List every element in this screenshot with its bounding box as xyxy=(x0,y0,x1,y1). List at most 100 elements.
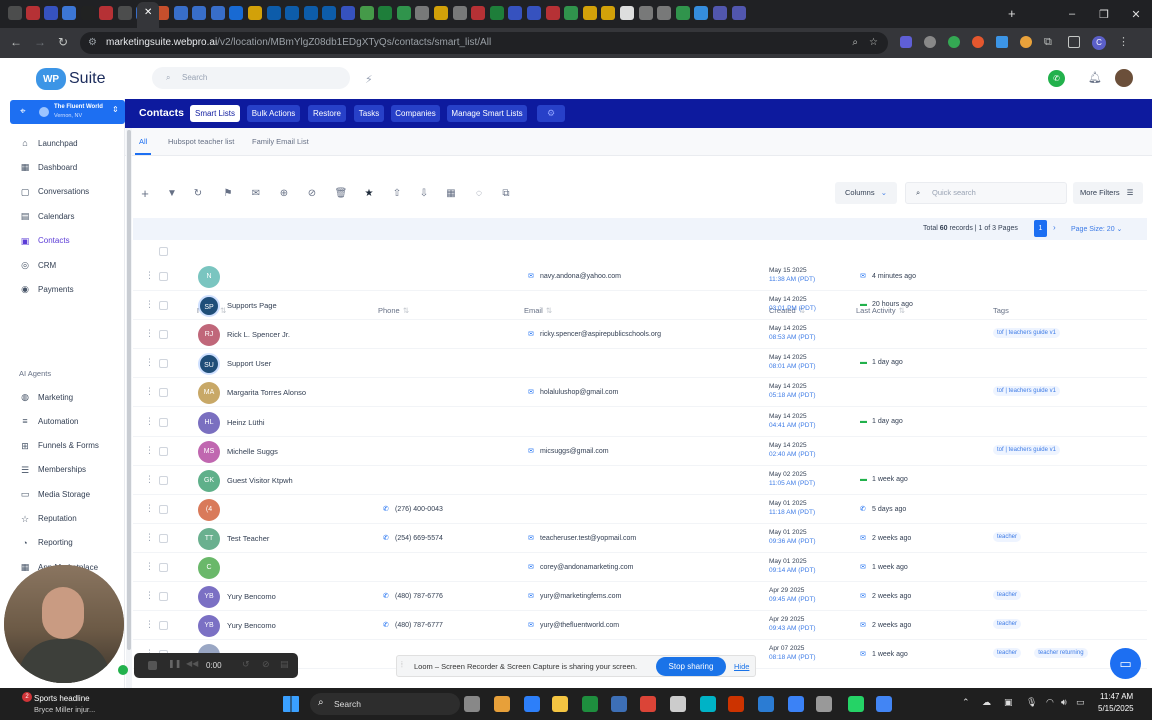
chrome-icon[interactable] xyxy=(640,696,656,712)
browser-tab[interactable] xyxy=(657,6,671,20)
email-address[interactable]: ✉ ricky.spencer@aspirepublicschools.org xyxy=(528,330,661,338)
sidebar-item-crm[interactable]: ◎ CRM xyxy=(20,257,56,273)
avatar[interactable]: C xyxy=(198,557,220,579)
row-checkbox[interactable] xyxy=(159,330,168,340)
file-explorer-icon[interactable] xyxy=(494,696,510,712)
contact-name-link[interactable]: Support User xyxy=(227,359,271,368)
webcam-bubble[interactable] xyxy=(4,565,124,683)
calculator-icon[interactable] xyxy=(788,696,804,712)
tag-chip[interactable]: teacher xyxy=(993,531,1022,542)
tag-chip[interactable]: tof | teachers guide v1 xyxy=(993,444,1060,455)
table-row[interactable]: ⋮ SP Supports Page May 14 2025 03:01 PM (PDT… xyxy=(133,291,1147,321)
row-checkbox[interactable] xyxy=(159,592,168,602)
browser-tab[interactable] xyxy=(304,6,318,20)
drag-handle-icon[interactable]: ⋮ xyxy=(145,299,154,310)
forward-icon[interactable]: → xyxy=(34,35,46,49)
page-size-select[interactable]: Page Size: 20 ⌄ xyxy=(1071,225,1122,233)
drag-handle-icon[interactable]: ⋮ xyxy=(145,619,154,630)
site-info-icon[interactable]: ⚙ xyxy=(88,32,97,54)
browser-tab[interactable] xyxy=(713,6,727,20)
browser-tab[interactable] xyxy=(694,6,708,20)
add-contact-icon[interactable]: + xyxy=(138,187,152,201)
row-checkbox[interactable] xyxy=(159,417,168,427)
avatar[interactable]: YB xyxy=(198,615,220,638)
tab-restore[interactable]: Restore xyxy=(308,105,346,122)
table-row[interactable]: ⋮ (4 ✆ (276) 400-0043 May 01 2025 11:18 AM (P… xyxy=(133,495,1147,524)
row-checkbox[interactable] xyxy=(159,475,168,485)
wifi-icon[interactable]: ◠ xyxy=(1046,697,1054,708)
tray-app-icon[interactable]: ▣ xyxy=(1004,697,1013,708)
extension-icon[interactable] xyxy=(924,36,936,48)
extension-icon[interactable] xyxy=(900,36,912,48)
address-bar[interactable]: ⚙ marketingsuite.webpro.ai/v2/location/M… xyxy=(80,32,888,54)
browser-tab[interactable] xyxy=(378,6,392,20)
drag-handle-icon[interactable]: ⋮ xyxy=(145,590,154,601)
row-checkbox[interactable] xyxy=(159,272,168,281)
avatar[interactable]: MS xyxy=(198,440,220,463)
sidebar-item-launchpad[interactable]: ⌂ Launchpad xyxy=(20,135,77,151)
tray-chevron-icon[interactable]: ⌃ xyxy=(962,697,970,708)
app-logo[interactable]: WP Suite xyxy=(36,67,105,91)
email-address[interactable]: ✉ yury@thefluentworld.com xyxy=(528,621,619,629)
chrome-active-icon[interactable] xyxy=(876,696,892,712)
sms-icon[interactable]: ⚑ xyxy=(221,187,235,201)
select-all-checkbox[interactable] xyxy=(159,247,168,256)
browser-tab[interactable] xyxy=(564,6,578,20)
zoom-icon[interactable]: ⌕ xyxy=(852,32,858,54)
volume-icon[interactable]: 🔊︎ xyxy=(1061,697,1067,708)
outlook-icon[interactable] xyxy=(758,696,774,712)
row-checkbox[interactable] xyxy=(159,446,168,456)
browser-tab[interactable] xyxy=(360,6,374,20)
table-row[interactable]: ⋮ SU Support User May 14 2025 08:01 AM (PDT)… xyxy=(133,349,1147,379)
email-address[interactable]: ✉ teacheruser.test@yopmail.com xyxy=(528,534,636,542)
sidebar-item-automation[interactable]: ≡ Automation xyxy=(20,413,78,429)
tag-chip[interactable]: teacher returning xyxy=(1034,648,1088,659)
quick-search-input[interactable]: ⌕ Quick search xyxy=(905,182,1067,204)
copilot-icon[interactable] xyxy=(524,696,540,712)
more-filters-button[interactable]: More Filters ☰ xyxy=(1073,182,1143,204)
row-checkbox[interactable] xyxy=(159,388,168,398)
drag-handle-icon[interactable]: ⋮ xyxy=(145,445,154,456)
contact-name-link[interactable]: Supports Page xyxy=(227,301,277,310)
email-address[interactable]: ✉ navy.andona@yahoo.com xyxy=(528,272,621,280)
clock-date[interactable]: 5/15/2025 xyxy=(1098,704,1134,713)
phone-number[interactable]: ✆ (276) 400-0043 xyxy=(383,505,443,513)
remove-tag-icon[interactable]: ⊘ xyxy=(305,187,319,201)
back-icon[interactable]: ← xyxy=(10,35,22,49)
email-address[interactable]: ✉ corey@andonamarketing.com xyxy=(528,563,634,571)
browser-tab[interactable] xyxy=(490,6,504,20)
sidebar-item-calendars[interactable]: ▤ Calendars xyxy=(20,208,75,224)
canva-icon[interactable] xyxy=(700,696,716,712)
sidebar-item-conversations[interactable]: ▢ Conversations xyxy=(20,184,89,200)
taskbar-search[interactable]: ⌕ Search xyxy=(310,693,460,715)
tag-chip[interactable]: tof | teachers guide v1 xyxy=(993,328,1060,339)
browser-tab[interactable] xyxy=(546,6,560,20)
browser-tab[interactable] xyxy=(527,6,541,20)
tab-tasks[interactable]: Tasks xyxy=(354,105,384,122)
sidebar-item-dashboard[interactable]: ▦ Dashboard xyxy=(20,159,77,175)
new-tab-button[interactable]: + xyxy=(1008,6,1016,21)
capcut-icon[interactable] xyxy=(670,696,686,712)
chat-widget-button[interactable]: ▭ xyxy=(1110,648,1141,679)
news-widget[interactable]: 2 Sports headline Bryce Miller injur... xyxy=(8,692,148,716)
phone-number[interactable]: ✆ (254) 669-5574 xyxy=(383,534,443,542)
phone-number[interactable]: ✆ (480) 787-6776 xyxy=(383,592,443,600)
browser-tab[interactable] xyxy=(81,6,95,20)
browser-tab[interactable] xyxy=(322,6,336,20)
contact-name-link[interactable]: Test Teacher xyxy=(227,534,269,543)
browser-tab[interactable] xyxy=(99,6,113,20)
bookmark-star-icon[interactable]: ☆ xyxy=(869,32,878,54)
add-tag-icon[interactable]: ⊕ xyxy=(277,187,291,201)
phone-call-button[interactable]: ✆ xyxy=(1048,70,1065,87)
clock-time[interactable]: 11:47 AM xyxy=(1100,692,1133,701)
battery-icon[interactable]: ▭ xyxy=(1076,697,1085,708)
sidebar-panel-icon[interactable] xyxy=(1068,36,1080,48)
tag-chip[interactable]: teacher xyxy=(993,590,1022,601)
avatar[interactable]: TT xyxy=(198,527,220,550)
columns-button[interactable]: Columns ⌄ xyxy=(835,182,897,204)
merge-icon[interactable]: ⧉ xyxy=(499,187,513,201)
extension-icon[interactable] xyxy=(996,36,1008,48)
browser-tab[interactable] xyxy=(601,6,615,20)
sidebar-item-media-storage[interactable]: ▭ Media Storage xyxy=(20,486,90,502)
page-1-button[interactable]: 1 xyxy=(1034,220,1047,237)
